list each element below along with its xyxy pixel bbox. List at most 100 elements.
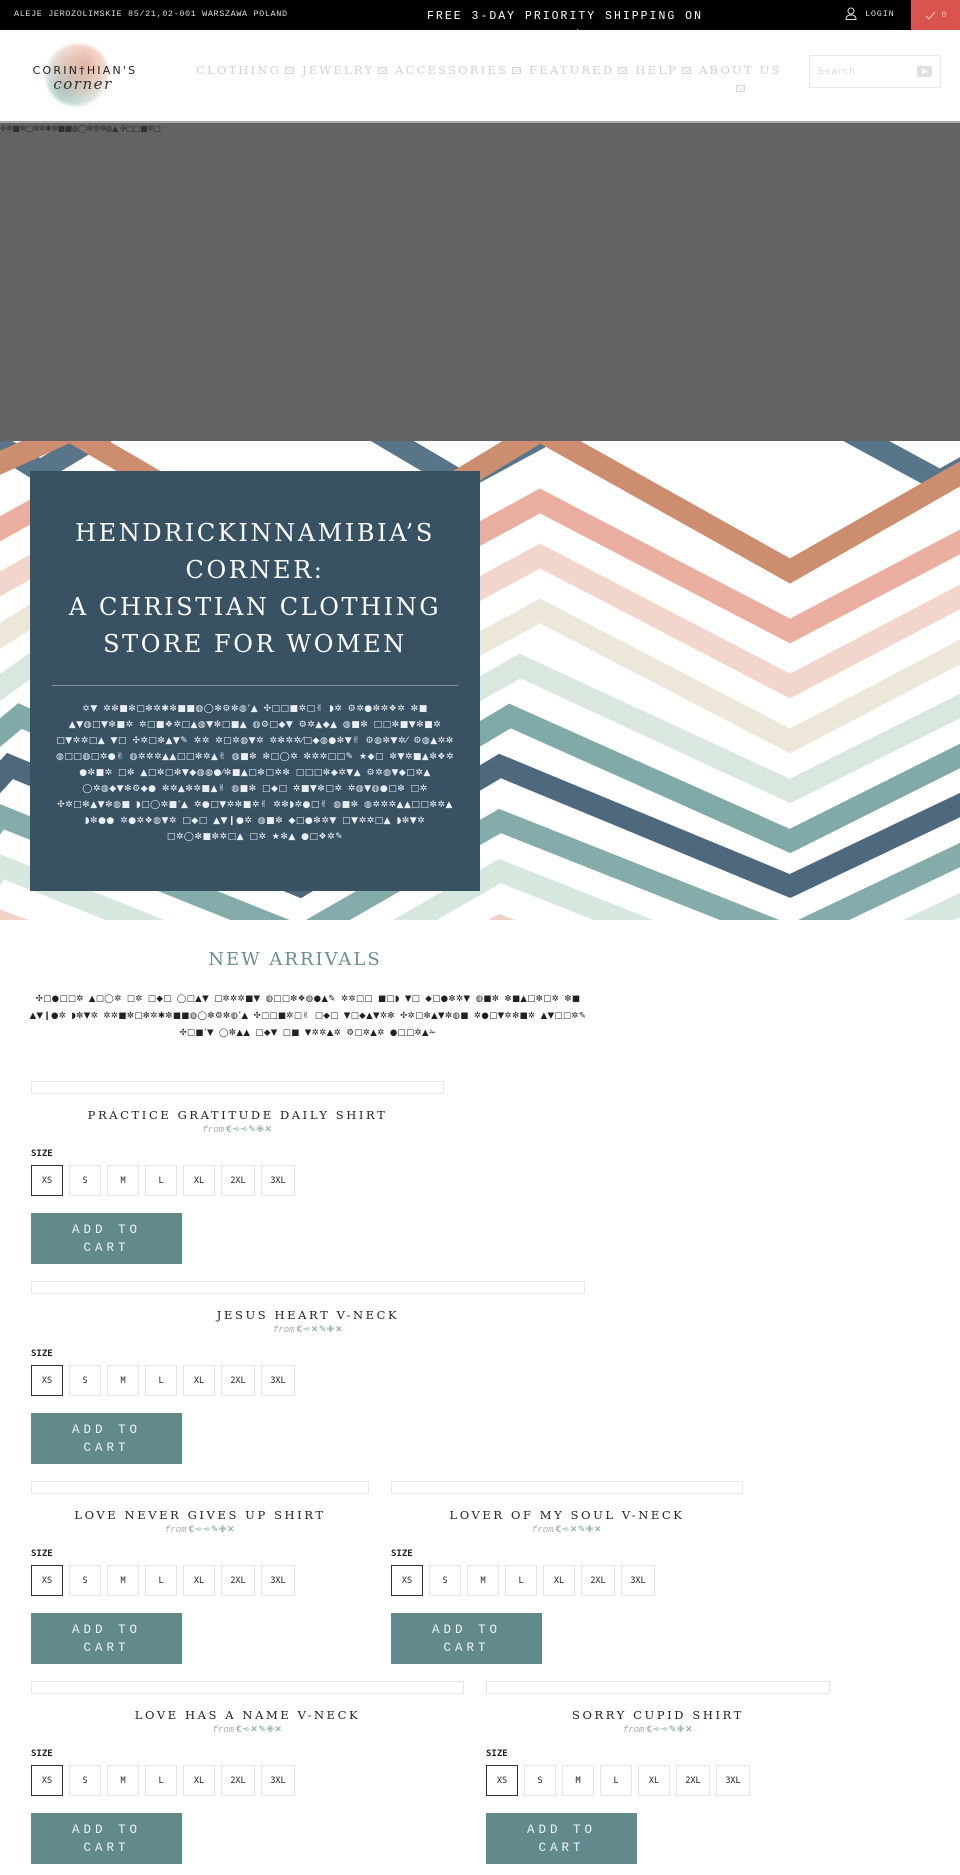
store-logo[interactable]: CORIN†HIAN'S corner	[24, 42, 142, 106]
size-option-l[interactable]: L	[145, 1165, 177, 1196]
product-image[interactable]	[31, 1681, 464, 1694]
product-name[interactable]: LOVE NEVER GIVES UP SHIRT	[31, 1508, 369, 1522]
search-submit-icon[interactable]	[917, 66, 932, 77]
size-option-l[interactable]: L	[145, 1765, 177, 1796]
nav-label: ABOUT US	[699, 63, 782, 77]
size-option-s[interactable]: S	[524, 1765, 556, 1796]
hero-text-box: HENDRICKINNAMIBIA’S CORNER: A CHRISTIAN …	[30, 471, 480, 891]
size-option-m[interactable]: M	[107, 1565, 139, 1596]
price-from-label: from	[202, 1125, 225, 1135]
size-option-m[interactable]: M	[467, 1565, 499, 1596]
nav-label: CLOTHING	[196, 63, 281, 77]
size-option-s[interactable]: S	[429, 1565, 461, 1596]
product-name[interactable]: SORRY CUPID SHIRT	[486, 1708, 830, 1722]
size-option-xs[interactable]: XS	[31, 1365, 63, 1396]
size-option-m[interactable]: M	[562, 1765, 594, 1796]
size-option-3xl[interactable]: 3XL	[621, 1565, 655, 1596]
size-option-xs[interactable]: XS	[391, 1565, 423, 1596]
size-option-xl[interactable]: XL	[543, 1565, 575, 1596]
nav-item-accessories[interactable]: ACCESSORIES	[395, 63, 522, 92]
size-option-3xl[interactable]: 3XL	[261, 1565, 295, 1596]
size-option-l[interactable]: L	[145, 1365, 177, 1396]
size-option-l[interactable]: L	[600, 1765, 632, 1796]
nav-label: ACCESSORIES	[395, 63, 509, 77]
size-option-xl[interactable]: XL	[183, 1365, 215, 1396]
size-option-2xl[interactable]: 2XL	[221, 1365, 255, 1396]
product-card: PRACTICE GRATITUDE DAILY SHIRT from €➾➾✎✙…	[31, 1081, 444, 1264]
add-to-cart-button[interactable]: ADD TO CART	[31, 1813, 182, 1864]
size-option-xl[interactable]: XL	[183, 1565, 215, 1596]
size-option-xl[interactable]: XL	[183, 1765, 215, 1796]
product-image[interactable]	[391, 1481, 743, 1494]
product-price: from €➾✕✎✙✕	[391, 1525, 743, 1535]
mail-icon	[284, 66, 294, 74]
size-option-l[interactable]: L	[145, 1565, 177, 1596]
size-option-2xl[interactable]: 2XL	[221, 1165, 255, 1196]
product-card: LOVE HAS A NAME V-NECK from €➾✕✎✙✕ SIZE X…	[31, 1681, 464, 1864]
add-to-cart-button[interactable]: ADD TO CART	[31, 1613, 182, 1664]
add-to-cart-button[interactable]: ADD TO CART	[31, 1213, 182, 1264]
product-image[interactable]	[486, 1681, 830, 1694]
shipping-promo: FREE 3-DAY PRIORITY SHIPPING ON ORDERS $…	[427, 10, 703, 30]
login-link[interactable]: LOGIN	[845, 7, 895, 20]
size-label: SIZE	[31, 1349, 53, 1359]
product-image[interactable]	[31, 1081, 444, 1094]
hero-section: HENDRICKINNAMIBIA’S CORNER: A CHRISTIAN …	[0, 441, 960, 920]
search-input[interactable]	[818, 66, 913, 77]
size-option-3xl[interactable]: 3XL	[716, 1765, 750, 1796]
size-option-l[interactable]: L	[505, 1565, 537, 1596]
size-option-2xl[interactable]: 2XL	[581, 1565, 615, 1596]
hero-description: ✡▼ ✲✼■✼□✼✲✱✼■■◍◯✼⚙✼◍’▲ ✣□□■✲□✌ ◗✲ ⚙✲●✼✲❖…	[56, 704, 454, 842]
size-option-s[interactable]: S	[69, 1365, 101, 1396]
product-card: LOVE NEVER GIVES UP SHIRT from €➾➾✎✙✕ SIZ…	[31, 1481, 369, 1664]
size-option-3xl[interactable]: 3XL	[261, 1765, 295, 1796]
cart-button[interactable]: 0	[911, 0, 960, 30]
size-option-m[interactable]: M	[107, 1165, 139, 1196]
logo-text-script: corner	[53, 75, 113, 93]
size-option-s[interactable]: S	[69, 1165, 101, 1196]
size-option-xl[interactable]: XL	[638, 1765, 670, 1796]
size-option-3xl[interactable]: 3XL	[261, 1365, 295, 1396]
size-selector: XS S M L XL 2XL 3XL	[391, 1565, 743, 1596]
product-card: LOVER OF MY SOUL V-NECK from €➾✕✎✙✕ SIZE …	[391, 1481, 743, 1664]
checkmark-icon	[925, 11, 935, 20]
product-image[interactable]	[31, 1281, 585, 1294]
size-option-m[interactable]: M	[107, 1365, 139, 1396]
add-to-cart-button[interactable]: ADD TO CART	[486, 1813, 637, 1864]
size-option-xs[interactable]: XS	[31, 1165, 63, 1196]
size-option-xl[interactable]: XL	[183, 1165, 215, 1196]
size-option-xs[interactable]: XS	[31, 1765, 63, 1796]
size-selector: XS S M L XL 2XL 3XL	[31, 1565, 369, 1596]
size-option-m[interactable]: M	[107, 1765, 139, 1796]
product-card: JESUS HEART V-NECK from €➾✕✎✙✕ SIZE XS S M L…	[31, 1281, 585, 1464]
nav-item-featured[interactable]: FEATURED	[529, 63, 628, 92]
product-name[interactable]: PRACTICE GRATITUDE DAILY SHIRT	[31, 1108, 444, 1122]
nav-item-clothing[interactable]: CLOTHING	[196, 63, 294, 92]
product-price: from €➾➾✎✙✕	[31, 1125, 444, 1135]
mail-icon	[618, 66, 628, 74]
price-from-label: from	[272, 1325, 295, 1335]
size-option-xs[interactable]: XS	[31, 1565, 63, 1596]
size-selector: XS S M L XL 2XL 3XL	[31, 1165, 444, 1196]
price-amount: €➾✕✎✙✕	[296, 1325, 344, 1335]
user-icon	[845, 7, 857, 20]
size-option-2xl[interactable]: 2XL	[221, 1765, 255, 1796]
price-amount: €➾✕✎✙✕	[236, 1725, 283, 1735]
product-price: from €➾✕✎✙✕	[31, 1325, 585, 1335]
size-option-2xl[interactable]: 2XL	[676, 1765, 710, 1796]
add-to-cart-button[interactable]: ADD TO CART	[391, 1613, 542, 1664]
add-to-cart-button[interactable]: ADD TO CART	[31, 1413, 182, 1464]
size-option-3xl[interactable]: 3XL	[261, 1165, 295, 1196]
product-name[interactable]: LOVE HAS A NAME V-NECK	[31, 1708, 464, 1722]
nav-item-help[interactable]: HELP	[635, 63, 691, 92]
size-option-s[interactable]: S	[69, 1765, 101, 1796]
size-option-xs[interactable]: XS	[486, 1765, 518, 1796]
product-name[interactable]: JESUS HEART V-NECK	[31, 1308, 585, 1322]
size-option-2xl[interactable]: 2XL	[221, 1565, 255, 1596]
product-image[interactable]	[31, 1481, 369, 1494]
nav-item-about-us[interactable]: ABOUT US	[699, 63, 782, 92]
size-option-s[interactable]: S	[69, 1565, 101, 1596]
nav-label: JEWELRY	[301, 63, 375, 77]
nav-item-jewelry[interactable]: JEWELRY	[301, 63, 388, 92]
product-name[interactable]: LOVER OF MY SOUL V-NECK	[391, 1508, 743, 1522]
